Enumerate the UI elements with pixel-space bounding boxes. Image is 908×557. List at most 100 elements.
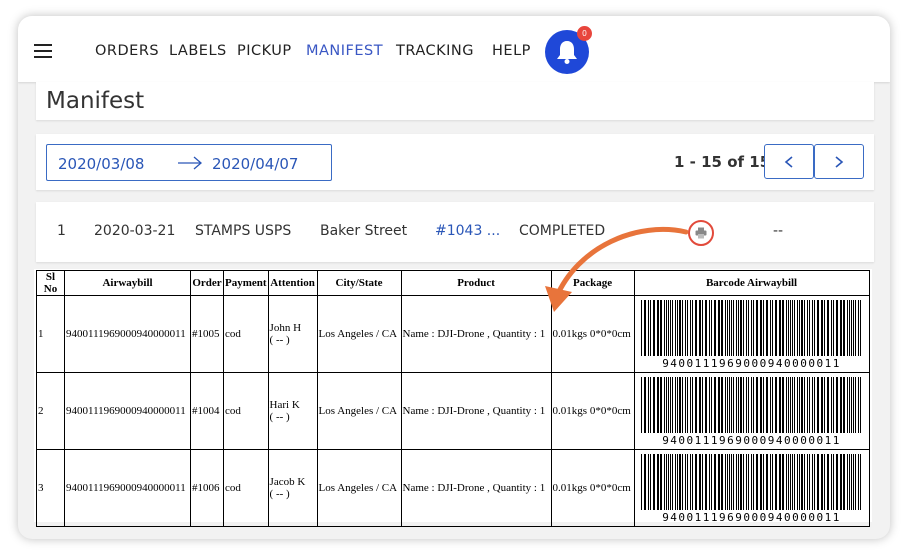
barcode-bar [701,300,703,356]
barcode-bar [671,377,673,433]
barcode-bar [730,300,732,356]
nav-pickup[interactable]: PICKUP [237,43,292,59]
barcode-image [640,454,861,510]
barcode-bar [745,377,747,433]
barcode-bar [785,300,787,356]
cell-payment: cod [223,295,269,373]
barcode-bar [737,300,739,356]
nav-help[interactable]: HELP [492,43,531,59]
date-range-picker[interactable]: 2020/03/08 2020/04/07 [46,144,332,181]
printer-icon [695,227,707,239]
barcode-bar [717,300,720,356]
barcode-bar [806,454,808,510]
barcode-bar [808,454,810,510]
barcode-bar [785,454,787,510]
barcode-bar [755,454,758,510]
barcode-bar [852,454,854,510]
barcode-bar [745,300,747,356]
barcode-bar [796,377,798,433]
barcode-bar [698,300,701,356]
barcode-bar [710,300,712,356]
barcode-bar [678,377,681,433]
barcode-bar [820,454,823,510]
barcode-bar [793,454,795,510]
barcode-bar [803,300,805,356]
barcode-bar [726,454,728,510]
barcode-bar [781,377,784,433]
barcode-bar [835,454,838,510]
barcode-bar [739,300,742,356]
pagination-info: 1 - 15 of 15 [674,153,771,171]
nav-manifest[interactable]: MANIFEST [306,43,383,59]
barcode-bar [663,300,665,356]
attention-name: Hari K [269,399,300,411]
cell-barcode: 9400111969000940000011 [633,449,870,527]
barcode-bar [762,377,764,433]
arrow-right-icon [178,156,202,170]
cell-city: Los Angeles / CA [316,295,402,373]
barcode-bar [781,300,784,356]
barcode-bar [816,377,819,433]
barcode-bar [848,377,850,433]
date-to[interactable]: 2020/04/07 [212,155,298,173]
barcode-bar [726,377,728,433]
barcode-bar [742,300,744,356]
hamburger-icon[interactable] [34,44,52,58]
barcode-bar [649,454,651,510]
barcode-bar [791,377,793,433]
barcode-bar [713,377,716,433]
barcode-bar [816,454,819,510]
barcode-bar [778,377,781,433]
barcode-bar [667,454,669,510]
prev-page-button[interactable] [764,144,814,179]
print-button[interactable] [688,220,714,246]
barcode-bar [857,377,859,433]
barcode-bar [823,300,825,356]
barcode-bar [793,377,795,433]
barcode-bar [684,300,686,356]
barcode-bar [656,300,659,356]
barcode-bar [745,454,747,510]
barcode-bar [846,377,848,433]
barcode-bar [710,454,712,510]
barcode-bar [713,300,716,356]
manifest-list-row[interactable]: 1 2020-03-21 STAMPS USPS Baker Street #1… [36,202,874,262]
barcode-bar [676,300,678,356]
cell-order: #1006 [190,449,224,527]
barcode-bar [681,300,683,356]
barcode-bar [663,454,665,510]
next-page-button[interactable] [814,144,864,179]
barcode-bar [689,454,691,510]
barcode-bar [857,300,859,356]
nav-labels[interactable]: LABELS [169,43,227,59]
barcode-bar [724,454,726,510]
barcode-bar [747,300,749,356]
barcode-bar [765,300,768,356]
barcode-bar [823,377,825,433]
attention-note: ( -- ) [269,488,290,500]
table-row: 2 9400111969000940000011 #1004 cod Hari … [36,372,870,450]
barcode-bar [842,300,845,356]
cell-package: 0.01kgs 0*0*0cm [550,295,635,373]
barcode-bar [769,300,771,356]
barcode-bar [674,454,676,510]
barcode-bar [649,377,651,433]
barcode-bar [735,377,737,433]
manifest-table: Sl No Airwaybill Order Payment Attention… [36,270,870,527]
barcode-bar [787,300,789,356]
barcode-bar [791,300,793,356]
barcode-bar [789,377,791,433]
date-from[interactable]: 2020/03/08 [58,155,144,173]
chevron-right-icon [835,156,844,168]
nav-tracking[interactable]: TRACKING [396,43,474,59]
barcode-bar [806,377,808,433]
row-index: 1 [57,223,66,239]
barcode-bar [656,454,659,510]
barcode-bar [724,377,726,433]
nav-orders[interactable]: ORDERS [95,43,159,59]
row-manifest-link[interactable]: #1043 ... [435,223,500,239]
barcode-bar [816,300,819,356]
barcode-bar [701,454,703,510]
barcode-bar [859,454,861,510]
barcode-bar [686,300,688,356]
